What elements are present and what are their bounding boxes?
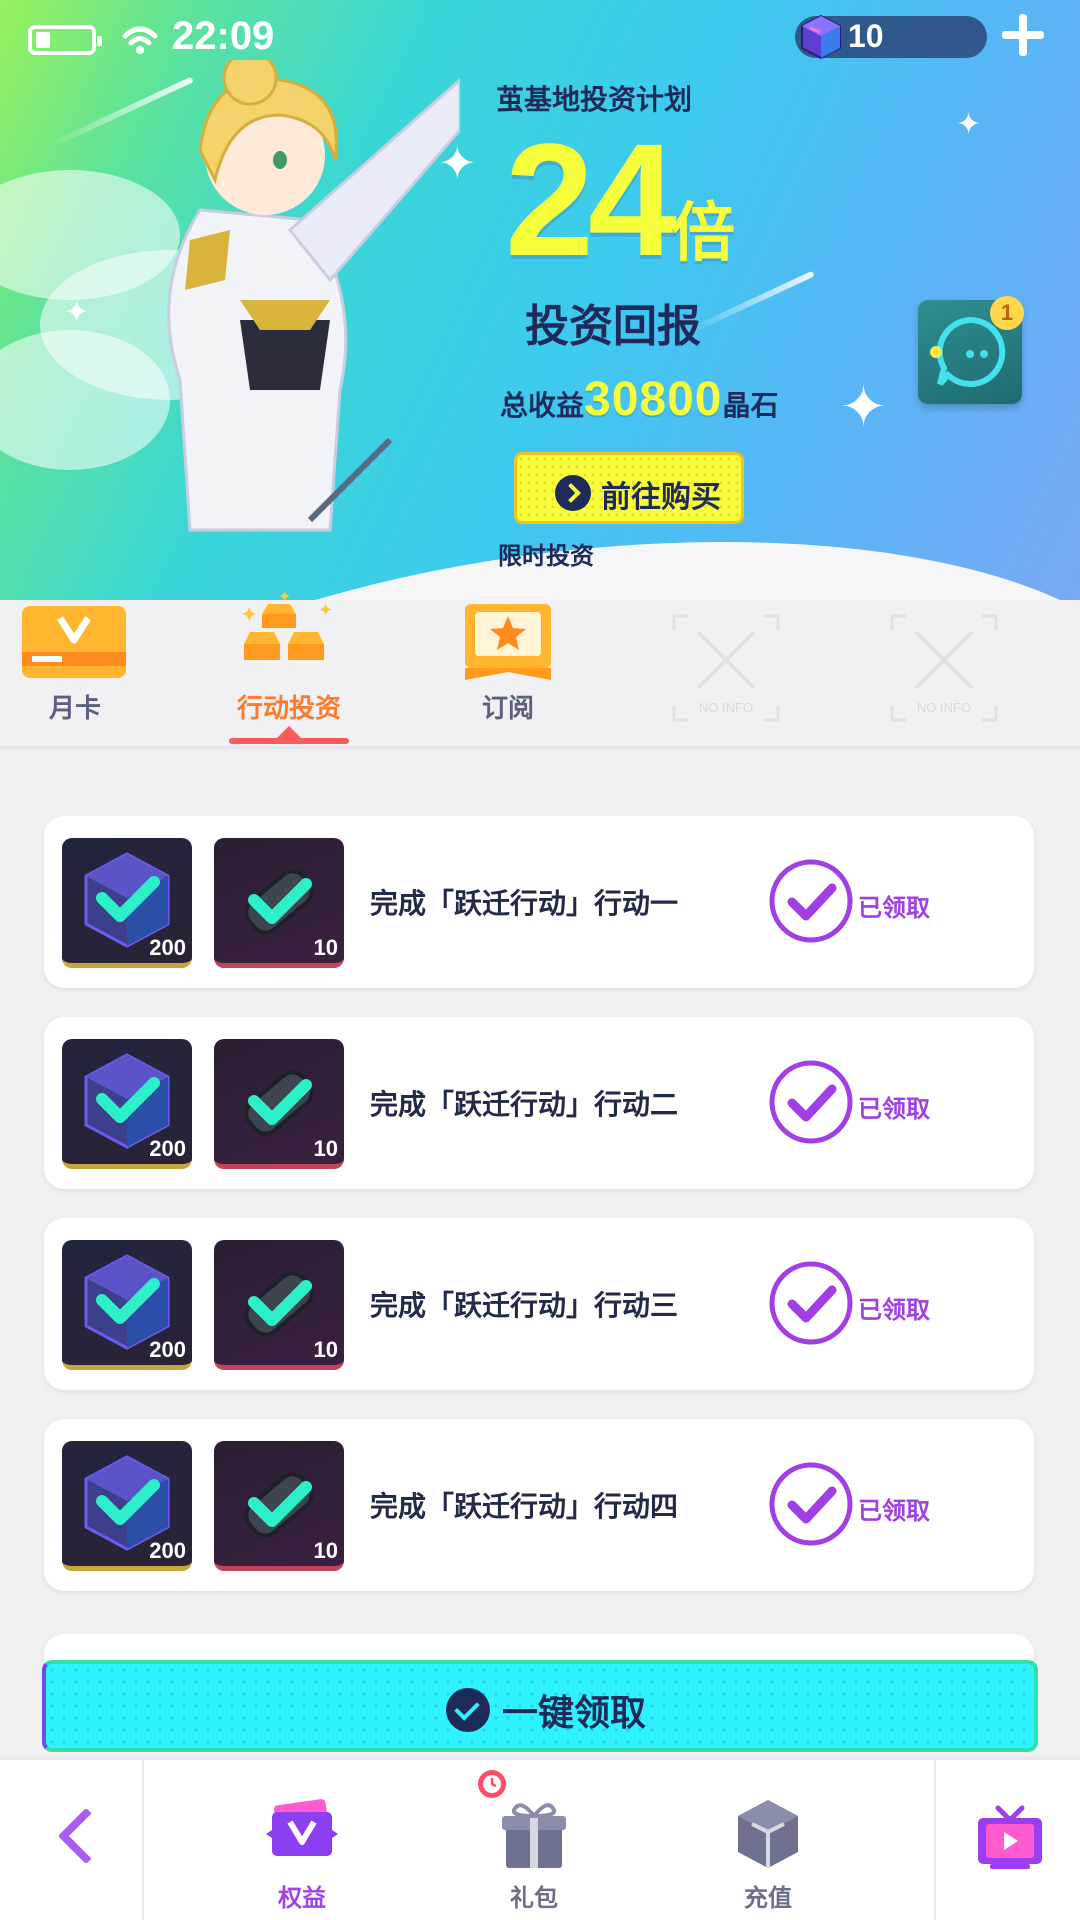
active-tab-indicator [229,726,349,744]
reward-crystal[interactable]: 200 [62,1039,192,1169]
reward-count: 200 [149,1538,186,1563]
light-streak [685,270,815,336]
claimed-status: 已领取 [858,1095,930,1123]
reward-count: 10 [313,1337,338,1362]
svg-text:✦: ✦ [278,587,291,606]
multiplier-number: 24 [505,110,677,289]
video-button[interactable] [934,1760,1080,1920]
hero-banner: ✦ ✦ ✦ ✦ 茧基地投资计划 24倍 投资回报 总收益30800晶石 前往购买… [0,0,1080,600]
reward-energy-cell[interactable]: 10 [214,1441,344,1571]
crystal-gem-icon [801,14,841,60]
tab-strip: 月卡 ✦ ✦ ✦ 行动投资 订阅 NO INFO NO INFO [0,586,1080,746]
reward-crystal[interactable]: 200 [62,838,192,968]
reward-crystal[interactable]: 200 [62,1240,192,1370]
claimed-status: 已领取 [858,1296,930,1324]
tab-label: 订阅 [481,694,534,724]
claim-all-button[interactable]: 一键领取 [42,1660,1038,1752]
tv-play-icon [978,1805,1042,1869]
clock-badge-icon [478,1770,506,1798]
return-label: 投资回报 [525,301,701,352]
tab-action-investment[interactable]: ✦ ✦ ✦ 行动投资 [214,586,364,746]
vip-card-icon [22,606,126,678]
character-illustration [167,60,460,532]
no-info-label: NO INFO [916,700,972,715]
reward-count: 10 [313,935,338,960]
tab-monthly-card[interactable]: 月卡 [0,586,150,746]
list-item: 200 10 完成「跃迁行动」行动四 已领取 [44,1419,1034,1591]
wifi-icon [122,26,158,54]
nav-label: 权益 [278,1884,326,1912]
no-info-label: NO INFO [698,700,754,715]
svg-text:✦: ✦ [318,600,333,621]
task-title: 完成「跃迁行动」行动三 [370,1289,679,1322]
status-bar: 22:09 10 [0,0,1080,76]
arrow-right-icon [555,475,591,511]
no-info-slot: NO INFO [670,612,782,724]
claim-all-label: 一键领取 [502,1693,647,1734]
nav-label: 充值 [744,1884,792,1912]
limited-label: 限时投资 [498,542,594,570]
clock: 22:09 [172,14,275,58]
buy-label: 前往购买 [601,480,721,515]
bottom-nav: 权益 礼包 充值 [0,1760,1080,1920]
tab-label: 行动投资 [236,694,341,724]
total-earnings: 总收益30800晶石 [500,372,779,427]
reward-energy-cell[interactable]: 10 [214,1240,344,1370]
nav-recharge[interactable]: 充值 [688,1760,848,1920]
reward-count: 10 [313,1538,338,1563]
vip-ticket-icon [266,1799,338,1856]
reward-count: 200 [149,1337,186,1362]
list-item: 200 10 完成「跃迁行动」行动一 已领取 [44,816,1034,988]
add-currency-button[interactable] [998,10,1048,60]
task-title: 完成「跃迁行动」行动一 [370,887,679,920]
total-amount: 30800 [584,373,723,426]
no-info-slot: NO INFO [888,612,1000,724]
check-circle-icon [769,859,853,943]
svg-text:✦: ✦ [240,603,258,628]
reward-crystal[interactable]: 200 [62,1441,192,1571]
reward-count: 200 [149,1136,186,1161]
reward-energy-cell[interactable]: 10 [214,1039,344,1169]
check-circle-icon [769,1060,853,1144]
claimed-status: 已领取 [858,1497,930,1525]
multiplier-display: 24倍 [505,120,735,280]
cube-icon [738,1800,798,1868]
notification-badge: 1 [990,296,1024,330]
total-label: 总收益 [500,389,585,422]
check-circle-icon [769,1462,853,1546]
multiplier-unit: 倍 [670,197,735,271]
nav-gift-pack[interactable]: 礼包 [454,1760,614,1920]
sparkle-icon: ✦ [64,295,90,330]
sparkle-icon: ✦ [840,375,887,440]
list-item: 200 10 完成「跃迁行动」行动三 已领取 [44,1218,1034,1390]
reward-count: 200 [149,935,186,960]
check-icon [446,1688,490,1732]
task-title: 完成「跃迁行动」行动二 [370,1088,679,1121]
tab-label: 月卡 [48,694,101,724]
check-circle-icon [769,1261,853,1345]
buy-button[interactable]: 前往购买 [514,452,744,524]
nav-benefits[interactable]: 权益 [222,1760,382,1920]
reward-count: 10 [313,1136,338,1161]
gold-bars-icon: ✦ ✦ ✦ [240,587,333,660]
star-ribbon-icon [465,604,551,680]
list-item: 200 10 完成「跃迁行动」行动二 已领取 [44,1017,1034,1189]
tab-subscription[interactable]: 订阅 [433,586,583,746]
claimed-status: 已领取 [858,894,930,922]
crystal-unit: 晶石 [722,389,779,422]
battery-icon [28,25,102,55]
task-title: 完成「跃迁行动」行动四 [370,1490,679,1523]
sparkle-icon: ✦ [956,107,982,142]
reward-energy-cell[interactable]: 10 [214,838,344,968]
back-button[interactable] [0,1760,144,1920]
gift-icon [502,1803,566,1868]
currency-value: 10 [848,18,884,54]
nav-label: 礼包 [510,1884,558,1912]
